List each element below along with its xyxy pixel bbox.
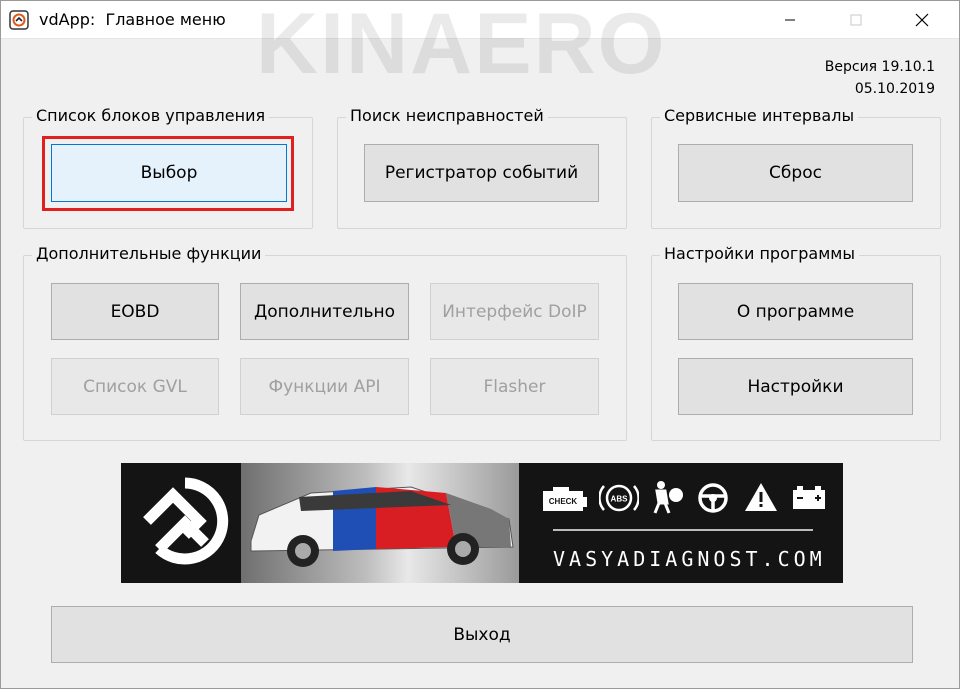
fault-search-group-label: Поиск неисправностей bbox=[346, 106, 548, 125]
select-button[interactable]: Выбор bbox=[51, 144, 287, 202]
service-intervals-group-label: Сервисные интервалы bbox=[660, 106, 859, 125]
steering-wheel-icon bbox=[698, 483, 728, 513]
window-title: vdApp: Главное меню bbox=[39, 10, 226, 29]
maximize-button[interactable] bbox=[833, 1, 879, 39]
version-date: 05.10.2019 bbox=[854, 81, 935, 97]
banner-website: VASYADIAGNOST.COM bbox=[553, 547, 826, 571]
doip-interface-button[interactable]: Интерфейс DoIP bbox=[430, 283, 599, 340]
extra-functions-group-label: Дополнительные функции bbox=[32, 244, 266, 263]
eobd-button[interactable]: EOBD bbox=[51, 283, 219, 340]
abs-label: ABS bbox=[611, 495, 629, 504]
check-engine-icon: CHECK bbox=[543, 487, 587, 511]
banner-divider bbox=[553, 529, 813, 531]
airbag-icon bbox=[653, 481, 683, 514]
exit-button[interactable]: Выход bbox=[51, 606, 913, 663]
title-bar[interactable]: vdApp: Главное меню KINAERO bbox=[1, 0, 959, 92]
additional-button[interactable]: Дополнительно bbox=[240, 283, 409, 340]
api-functions-button[interactable]: Функции API bbox=[240, 358, 409, 415]
check-engine-label: CHECK bbox=[549, 497, 578, 506]
car-image bbox=[241, 463, 519, 583]
gvl-list-button[interactable]: Список GVL bbox=[51, 358, 219, 415]
warning-icon bbox=[745, 483, 777, 511]
maximize-icon bbox=[850, 14, 862, 26]
control-units-group-label: Список блоков управления bbox=[32, 106, 270, 125]
abs-icon: ABS bbox=[599, 484, 639, 512]
event-recorder-button[interactable]: Регистратор событий bbox=[364, 144, 599, 202]
minimize-icon bbox=[785, 19, 795, 21]
settings-button[interactable]: Настройки bbox=[678, 358, 913, 415]
watermark-text: KINAERO bbox=[256, 0, 667, 92]
version-info: Версия 19.10.1 05.10.2019 bbox=[825, 56, 935, 100]
close-icon bbox=[915, 13, 929, 27]
vasyadiagnost-logo-icon bbox=[143, 477, 229, 565]
flasher-button[interactable]: Flasher bbox=[430, 358, 599, 415]
promo-banner: CHECK ABS VASYADIAGNOST.COM bbox=[121, 463, 843, 583]
reset-button[interactable]: Сброс bbox=[678, 144, 913, 202]
close-button[interactable] bbox=[899, 1, 945, 39]
about-button[interactable]: О программе bbox=[678, 283, 913, 340]
minimize-button[interactable] bbox=[767, 1, 813, 39]
battery-icon bbox=[793, 486, 825, 509]
car-illustration bbox=[250, 486, 514, 567]
program-settings-group-label: Настройки программы bbox=[660, 244, 859, 263]
main-window: vdApp: Главное меню KINAERO Версия 19.10… bbox=[0, 0, 960, 689]
app-logo-icon bbox=[9, 10, 29, 30]
version-number: Версия 19.10.1 bbox=[824, 59, 935, 75]
